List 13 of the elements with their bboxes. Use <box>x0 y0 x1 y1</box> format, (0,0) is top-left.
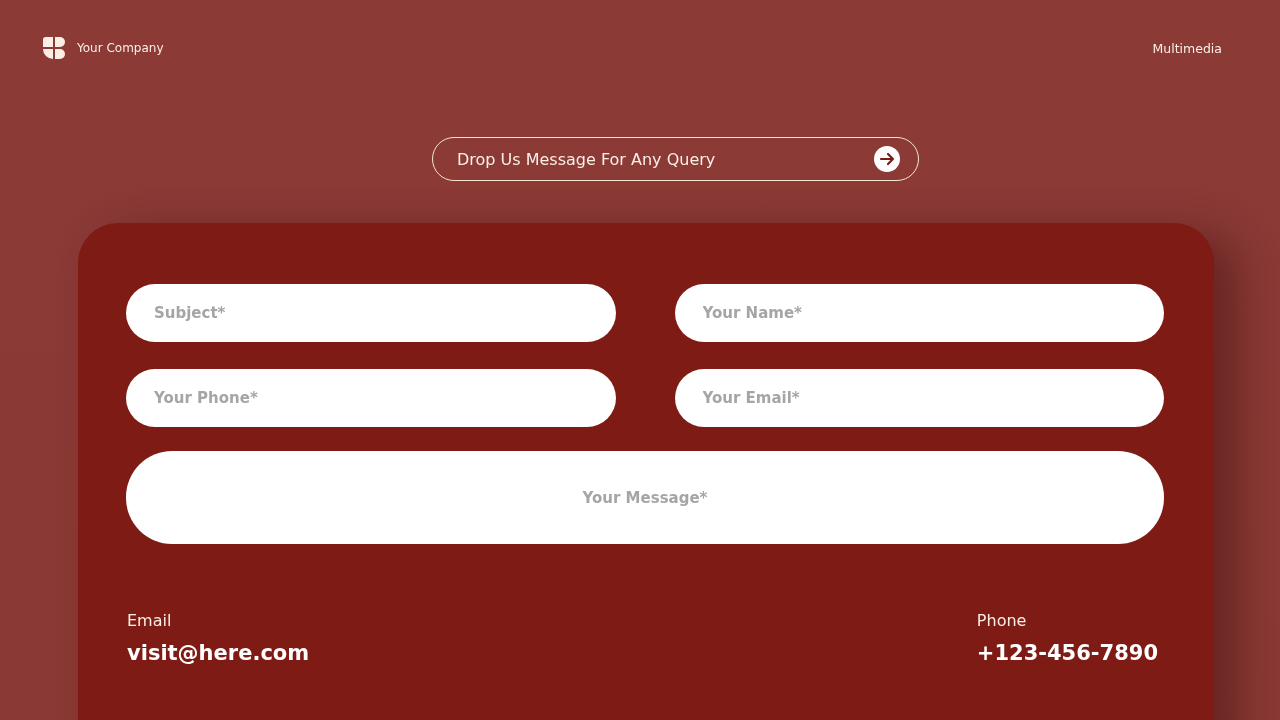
contact-label: Email <box>127 611 173 630</box>
nav-link[interactable]: Multimedia <box>1152 40 1222 56</box>
text-input-field[interactable]: Your Email* <box>674 369 1164 427</box>
company-name: Your Company <box>77 41 164 55</box>
arrow-right-icon <box>874 146 900 172</box>
message-field[interactable]: Your Message* <box>126 451 1164 544</box>
text-input-field[interactable]: Subject* <box>126 284 616 342</box>
text-input-field[interactable]: Your Phone* <box>126 369 616 427</box>
contact-value: +123-456-7890 <box>976 641 1158 665</box>
text-input-field[interactable]: Your Name* <box>674 284 1164 342</box>
contact-value: visit@here.com <box>127 641 310 665</box>
contact-label: Phone <box>976 611 1028 630</box>
logo-icon <box>43 37 65 59</box>
